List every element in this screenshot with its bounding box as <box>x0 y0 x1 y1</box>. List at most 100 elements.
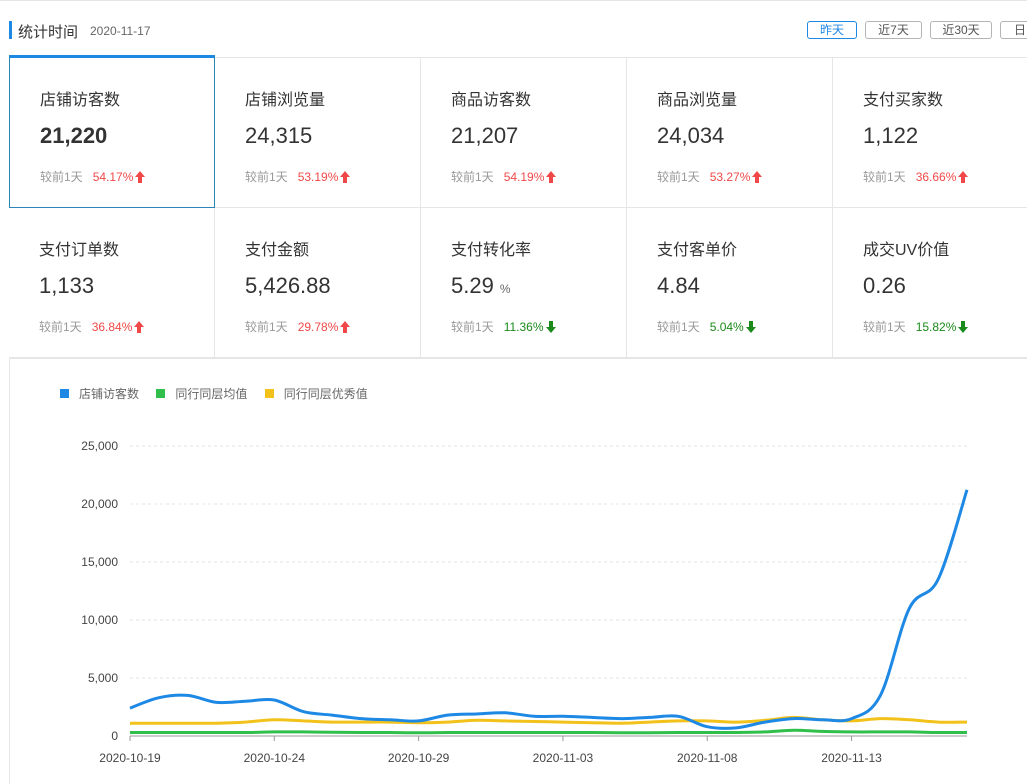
metric-number: 1,133 <box>39 273 95 298</box>
metric-value: 24,034 <box>657 123 724 149</box>
stats-date: 2020-11-17 <box>90 24 151 38</box>
metric-card-paid-amount[interactable]: 支付金额 5,426.88 较前1天 29.78% <box>215 208 421 358</box>
x-tick-label: 2020-11-03 <box>533 751 594 765</box>
metric-comparison: 较前1天 53.27% <box>657 168 763 185</box>
legend-item-visitors[interactable]: 店铺访客数 <box>60 385 139 402</box>
metric-comparison: 较前1天 29.78% <box>245 318 351 335</box>
metric-comparison: 较前1天 15.82% <box>863 318 969 335</box>
metric-card-store-pageviews[interactable]: 店铺浏览量 24,315 较前1天 53.19% <box>215 58 421 208</box>
compare-label: 较前1天 <box>657 320 700 334</box>
arrow-up-icon <box>340 321 351 333</box>
metric-value: 0.26 <box>863 273 906 299</box>
metric-label: 店铺访客数 <box>40 92 121 109</box>
y-tick-label: 10,000 <box>81 613 118 627</box>
metric-value: 4.84 <box>657 273 700 299</box>
metric-value: 5.29% <box>451 273 511 299</box>
metric-value: 5,426.88 <box>245 273 331 299</box>
compare-percent: 36.66% <box>915 170 957 184</box>
metric-comparison: 较前1天 54.17% <box>40 168 146 185</box>
visitors-line-chart: 0 5,000 10,000 15,000 20,000 25,000 2020-10-19… <box>81 439 969 765</box>
compare-label: 较前1天 <box>451 320 494 334</box>
range-day-button[interactable]: 日 <box>1000 21 1027 39</box>
compare-percent: 54.19% <box>503 170 545 184</box>
range-30days-button[interactable]: 近30天 <box>930 21 992 39</box>
metric-value: 1,133 <box>39 273 94 299</box>
y-tick-label: 15,000 <box>81 555 118 569</box>
arrow-up-icon <box>752 171 763 183</box>
compare-percent: 36.84% <box>91 320 133 334</box>
metric-number: 5.29 <box>451 273 494 298</box>
metric-number: 0.26 <box>863 273 906 298</box>
metric-label: 商品浏览量 <box>657 92 738 109</box>
metric-value: 21,207 <box>451 123 518 149</box>
metric-value: 1,122 <box>863 123 918 149</box>
metric-card-store-visitors[interactable]: 店铺访客数 21,220 较前1天 54.17% <box>9 55 215 208</box>
metric-card-avg-order-value[interactable]: 支付客单价 4.84 较前1天 5.04% <box>627 208 833 358</box>
compare-label: 较前1天 <box>40 170 83 184</box>
arrow-down-icon <box>958 321 969 333</box>
compare-percent: 53.27% <box>709 170 751 184</box>
metric-value: 24,315 <box>245 123 312 149</box>
compare-percent: 5.04% <box>709 320 744 334</box>
series-line-peer-average <box>129 728 968 735</box>
arrow-up-icon <box>135 171 146 183</box>
metric-label: 成交UV价值 <box>863 242 950 259</box>
metric-number: 24,315 <box>245 123 313 148</box>
legend-label-visitors: 店铺访客数 <box>79 387 140 401</box>
compare-label: 较前1天 <box>863 320 906 334</box>
arrow-up-icon <box>134 321 145 333</box>
metric-label: 支付客单价 <box>657 242 738 259</box>
y-tick-label: 20,000 <box>81 497 118 511</box>
metric-card-pay-conversion-rate[interactable]: 支付转化率 5.29% 较前1天 11.36% <box>421 208 627 358</box>
compare-percent: 15.82% <box>915 320 957 334</box>
x-tick-label: 2020-10-29 <box>388 751 450 765</box>
metric-label: 商品访客数 <box>451 92 532 109</box>
x-tick-label: 2020-10-19 <box>99 751 161 765</box>
metric-label: 店铺浏览量 <box>245 92 326 109</box>
x-tick-label: 2020-10-24 <box>244 751 306 765</box>
legend-label-peer-average: 同行同层均值 <box>175 387 248 401</box>
y-tick-label: 25,000 <box>81 439 118 453</box>
legend-swatch-visitors <box>60 389 69 398</box>
x-tick-label: 2020-11-08 <box>677 751 738 765</box>
metric-card-paid-orders[interactable]: 支付订单数 1,133 较前1天 36.84% <box>9 208 215 358</box>
metric-card-paying-buyers[interactable]: 支付买家数 1,122 较前1天 36.66% <box>833 58 1027 208</box>
compare-label: 较前1天 <box>451 170 494 184</box>
metric-number: 21,220 <box>40 123 108 148</box>
compare-percent: 29.78% <box>297 320 339 334</box>
compare-label: 较前1天 <box>245 320 288 334</box>
metric-number: 1,122 <box>863 123 919 148</box>
compare-percent: 53.19% <box>297 170 339 184</box>
range-yesterday-button[interactable]: 昨天 <box>807 21 857 39</box>
legend-item-peer-average[interactable]: 同行同层均值 <box>156 385 247 402</box>
arrow-up-icon <box>546 171 557 183</box>
x-tick-label: 2020-11-13 <box>821 751 882 765</box>
compare-percent: 11.36% <box>503 320 544 334</box>
arrow-up-icon <box>958 171 969 183</box>
metric-comparison: 较前1天 5.04% <box>657 318 756 335</box>
arrow-down-icon <box>745 321 756 333</box>
arrow-down-icon <box>545 321 556 333</box>
metric-unit: % <box>499 282 511 296</box>
metric-label: 支付转化率 <box>451 242 532 259</box>
metric-comparison: 较前1天 11.36% <box>451 318 556 335</box>
header-accent-bar <box>9 21 12 39</box>
compare-label: 较前1天 <box>39 320 82 334</box>
metric-number: 4.84 <box>657 273 700 298</box>
series-line-visitors <box>129 489 969 730</box>
metric-card-product-visitors[interactable]: 商品访客数 21,207 较前1天 54.19% <box>421 58 627 208</box>
y-tick-label: 0 <box>111 729 118 743</box>
legend-swatch-peer-average <box>156 389 166 398</box>
arrow-up-icon <box>340 171 351 183</box>
metric-number: 5,426.88 <box>245 273 331 298</box>
metric-card-product-pageviews[interactable]: 商品浏览量 24,034 较前1天 53.27% <box>627 58 833 208</box>
metric-card-uv-value[interactable]: 成交UV价值 0.26 较前1天 15.82% <box>833 208 1027 358</box>
chart-legend: 店铺访客数 同行同层均值 同行同层优秀值 <box>60 385 382 401</box>
compare-percent: 54.17% <box>92 170 134 184</box>
top-divider <box>0 0 1027 1</box>
compare-label: 较前1天 <box>245 170 288 184</box>
metric-comparison: 较前1天 53.19% <box>245 168 351 185</box>
compare-label: 较前1天 <box>863 170 906 184</box>
range-7days-button[interactable]: 近7天 <box>865 21 922 39</box>
legend-item-peer-excellent[interactable]: 同行同层优秀值 <box>264 385 368 402</box>
